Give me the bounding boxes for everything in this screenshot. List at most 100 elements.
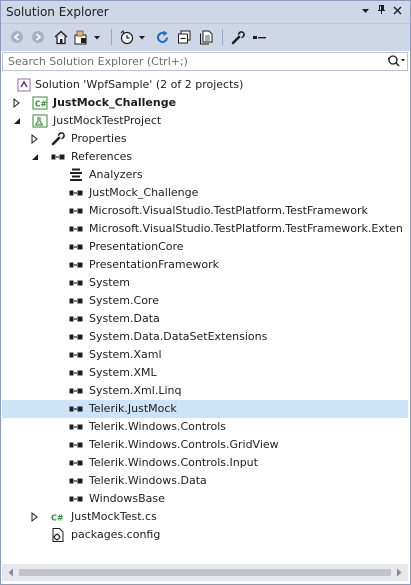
tree-item-reference[interactable]: Telerik.Windows.Controls.Input: [2, 454, 408, 472]
reference-icon: [68, 275, 84, 291]
home-button[interactable]: [52, 28, 70, 46]
tree-item-reference[interactable]: Microsoft.VisualStudio.TestPlatform.Test…: [2, 202, 408, 220]
tree-item-label: Telerik.Windows.Controls: [89, 420, 226, 433]
svg-text:C#: C#: [51, 514, 64, 523]
show-all-files-icon: [199, 30, 212, 44]
tree-item-reference-selected[interactable]: Telerik.JustMock: [2, 400, 408, 418]
window-options-button[interactable]: [358, 4, 373, 19]
title-bar: Solution Explorer: [1, 1, 410, 24]
tree-item-reference[interactable]: System.Core: [2, 292, 408, 310]
reference-icon: [68, 329, 84, 345]
switch-views-button[interactable]: [73, 28, 103, 46]
tree-item-reference[interactable]: System.Xaml: [2, 346, 408, 364]
tree-item-label: Solution 'WpfSample' (2 of 2 projects): [35, 78, 244, 91]
collapse-arrow-icon[interactable]: [30, 151, 40, 163]
tree-item-label: System.Data: [89, 312, 160, 325]
tree-item-properties[interactable]: Properties: [2, 130, 408, 148]
refresh-button[interactable]: [153, 28, 171, 46]
tree-item-project-challenge[interactable]: C# JustMock_Challenge: [2, 94, 408, 112]
tree-item-file-cs[interactable]: C# JustMockTest.cs: [2, 508, 408, 526]
reference-icon: [68, 401, 84, 417]
tree-item-reference[interactable]: System.XML: [2, 364, 408, 382]
tree-item-reference[interactable]: PresentationFramework: [2, 256, 408, 274]
search-icon: [388, 55, 405, 67]
reference-icon: [68, 437, 84, 453]
tree-item-label: WindowsBase: [89, 492, 165, 505]
tree-item-label: System.Core: [89, 294, 159, 307]
auto-hide-button[interactable]: [374, 4, 389, 19]
tree-item-label: Microsoft.VisualStudio.TestPlatform.Test…: [89, 222, 403, 235]
tree-item-file-config[interactable]: packages.config: [2, 526, 408, 544]
home-icon: [54, 30, 68, 44]
tree-item-label: References: [71, 150, 133, 163]
search-box: [2, 52, 408, 71]
scrollbar-thumb[interactable]: [19, 569, 391, 576]
tree-item-project-test[interactable]: JustMockTestProject: [2, 112, 408, 130]
wrench-icon: [50, 131, 66, 147]
tree-item-solution[interactable]: Solution 'WpfSample' (2 of 2 projects): [2, 76, 408, 94]
wrench-icon: [231, 30, 245, 44]
tree-item-reference[interactable]: System.Data.DataSetExtensions: [2, 328, 408, 346]
tree-item-reference[interactable]: Telerik.Windows.Controls: [2, 418, 408, 436]
expand-arrow-icon[interactable]: [30, 133, 40, 145]
close-button[interactable]: [390, 4, 405, 19]
tree-item-label: JustMockTest.cs: [71, 510, 157, 523]
reference-icon: [68, 383, 84, 399]
solution-icon: [16, 77, 32, 93]
reference-icon: [68, 257, 84, 273]
back-icon: [11, 31, 23, 43]
test-project-icon: [32, 113, 48, 129]
reference-icon: [68, 347, 84, 363]
reference-icon: [68, 491, 84, 507]
tree-item-reference[interactable]: System.Xml.Linq: [2, 382, 408, 400]
collapse-arrow-icon[interactable]: [12, 115, 22, 127]
window-title: Solution Explorer: [6, 5, 109, 19]
tree-item-label: JustMockTestProject: [53, 114, 162, 127]
tree-item-label: Telerik.JustMock: [89, 402, 177, 415]
tree-item-label: Telerik.Windows.Controls.Input: [89, 456, 258, 469]
tree-item-reference[interactable]: System: [2, 274, 408, 292]
collapse-all-icon: [177, 30, 190, 43]
tree-item-reference[interactable]: Analyzers: [2, 166, 408, 184]
horizontal-scrollbar[interactable]: [2, 564, 408, 581]
tree-item-reference[interactable]: JustMock_Challenge: [2, 184, 408, 202]
tree-item-label: PresentationFramework: [89, 258, 219, 271]
tree-item-label: System: [89, 276, 131, 289]
show-all-files-button[interactable]: [197, 28, 215, 46]
tree-item-reference[interactable]: PresentationCore: [2, 238, 408, 256]
scroll-left-icon[interactable]: [5, 567, 17, 578]
forward-button[interactable]: [30, 28, 46, 46]
reference-icon: [68, 419, 84, 435]
tree-item-reference[interactable]: Microsoft.VisualStudio.TestPlatform.Test…: [2, 220, 408, 238]
preview-selected-items-button[interactable]: [250, 28, 268, 46]
reference-icon: [68, 239, 84, 255]
scroll-right-icon[interactable]: [393, 567, 405, 578]
tree-item-reference[interactable]: WindowsBase: [2, 490, 408, 508]
solution-tree: Solution 'WpfSample' (2 of 2 projects) C…: [2, 72, 408, 562]
close-icon: [393, 6, 402, 15]
search-input[interactable]: [3, 53, 388, 70]
tree-item-reference[interactable]: System.Data: [2, 310, 408, 328]
tree-item-label: JustMock_Challenge: [89, 186, 199, 199]
switch-views-icon: [74, 30, 100, 44]
search-button[interactable]: [387, 53, 405, 70]
tree-item-label: System.Xml.Linq: [89, 384, 182, 397]
tree-item-references[interactable]: References: [2, 148, 408, 166]
properties-button[interactable]: [229, 28, 247, 46]
csharp-project-icon: C#: [32, 95, 48, 111]
expand-arrow-icon[interactable]: [12, 97, 22, 109]
tree-item-label: Microsoft.VisualStudio.TestPlatform.Test…: [89, 204, 368, 217]
tree-item-label: packages.config: [71, 528, 161, 541]
tree-item-reference[interactable]: Telerik.Windows.Controls.GridView: [2, 436, 408, 454]
tree-item-reference[interactable]: Telerik.Windows.Data: [2, 472, 408, 490]
config-file-icon: [50, 527, 66, 543]
toolbar: [1, 24, 410, 51]
expand-arrow-icon[interactable]: [30, 511, 40, 523]
refresh-icon: [156, 30, 168, 43]
back-button[interactable]: [9, 28, 25, 46]
pending-changes-filter-button[interactable]: [118, 28, 150, 46]
forward-icon: [32, 31, 44, 43]
tree-item-label: System.XML: [89, 366, 157, 379]
reference-icon: [68, 455, 84, 471]
collapse-all-button[interactable]: [175, 28, 193, 46]
